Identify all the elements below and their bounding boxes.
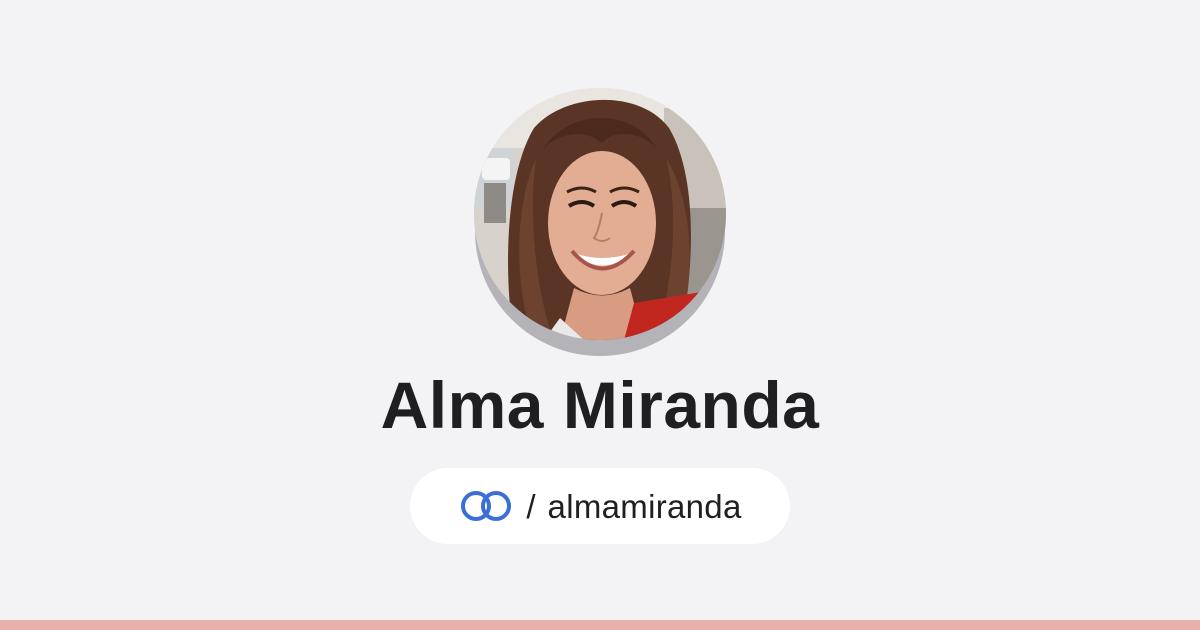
handle-separator: / (526, 487, 536, 525)
profile-photo (474, 88, 726, 340)
avatar-container (474, 88, 726, 356)
profile-name: Alma Miranda (380, 368, 820, 442)
handle-link[interactable]: / almamiranda (410, 468, 790, 544)
accent-bar (0, 620, 1200, 630)
avatar[interactable] (474, 88, 726, 340)
profile-card: Alma Miranda / almamiranda (0, 0, 1200, 620)
linked-circles-icon (458, 489, 514, 523)
handle-text: almamiranda (547, 487, 742, 525)
